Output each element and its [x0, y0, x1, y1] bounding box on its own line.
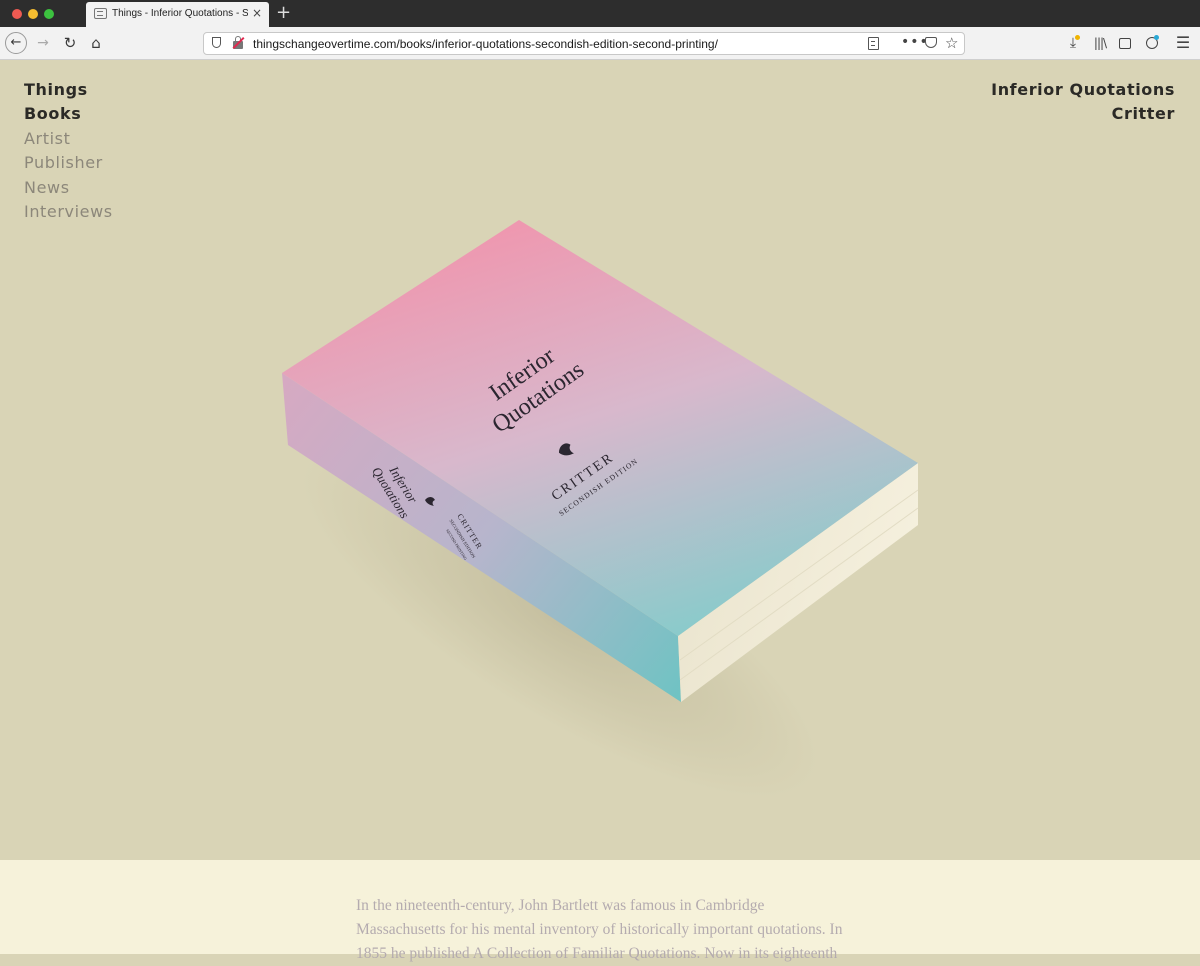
account-badge-icon — [1154, 35, 1159, 40]
book-publisher-link[interactable]: Critter — [991, 102, 1175, 126]
downloads-icon[interactable]: ⤓ — [1063, 32, 1083, 54]
book-heading: Inferior Quotations Critter — [991, 78, 1175, 127]
book-photo: Inferior Quotations CRITTER SECONDISH ED… — [282, 220, 919, 799]
insecure-lock-icon[interactable] — [232, 36, 245, 50]
tab-close-icon[interactable]: × — [252, 6, 262, 20]
url-text[interactable]: thingschangeovertime.com/books/inferior-… — [253, 37, 718, 51]
description-section: In the nineteenth-century, John Bartlett… — [0, 860, 1200, 962]
nav-item-artist[interactable]: Artist — [24, 127, 113, 151]
nav-item-interviews[interactable]: Interviews — [24, 200, 113, 224]
description-paragraph: In the nineteenth-century, John Bartlett… — [356, 897, 843, 962]
library-icon[interactable]: |||\ — [1090, 32, 1110, 54]
home-icon[interactable]: ⌂ — [86, 32, 106, 54]
browser-titlebar: Things - Inferior Quotations - S × + — [0, 0, 1200, 27]
new-tab-button[interactable]: + — [276, 3, 291, 23]
forward-icon[interactable]: → — [33, 32, 53, 54]
tab-favicon-icon — [94, 8, 107, 19]
reload-icon[interactable]: ↻ — [60, 32, 80, 54]
browser-toolbar: ← → ↻ ⌂ thingschangeovertime.com/books/i… — [0, 27, 1200, 60]
window-zoom-button[interactable] — [44, 9, 54, 19]
url-bar[interactable]: thingschangeovertime.com/books/inferior-… — [203, 32, 965, 55]
menu-icon[interactable]: ☰ — [1173, 32, 1193, 54]
hero-section: Inferior Quotations CRITTER SECONDISH ED… — [0, 60, 1200, 860]
download-badge-icon — [1075, 35, 1080, 40]
window-close-button[interactable] — [12, 9, 22, 19]
bookmark-star-icon[interactable]: ☆ — [945, 34, 958, 52]
reader-view-icon[interactable] — [868, 37, 879, 50]
nav-item-things[interactable]: Things — [24, 78, 113, 102]
shield-icon[interactable] — [212, 37, 221, 48]
nav-item-books[interactable]: Books — [24, 102, 113, 126]
nav-item-publisher[interactable]: Publisher — [24, 151, 113, 175]
browser-tab-active[interactable]: Things - Inferior Quotations - S × — [86, 2, 269, 27]
tab-title: Things - Inferior Quotations - S — [112, 8, 248, 19]
pocket-icon[interactable] — [925, 37, 937, 48]
book-title: Inferior Quotations — [991, 80, 1175, 99]
sidebar-icon[interactable] — [1115, 32, 1135, 54]
nav-item-news[interactable]: News — [24, 176, 113, 200]
back-icon[interactable]: ← — [5, 32, 27, 54]
account-icon[interactable] — [1142, 32, 1162, 54]
window-minimize-button[interactable] — [28, 9, 38, 19]
primary-nav: Things Books Artist Publisher News Inter… — [24, 78, 113, 224]
